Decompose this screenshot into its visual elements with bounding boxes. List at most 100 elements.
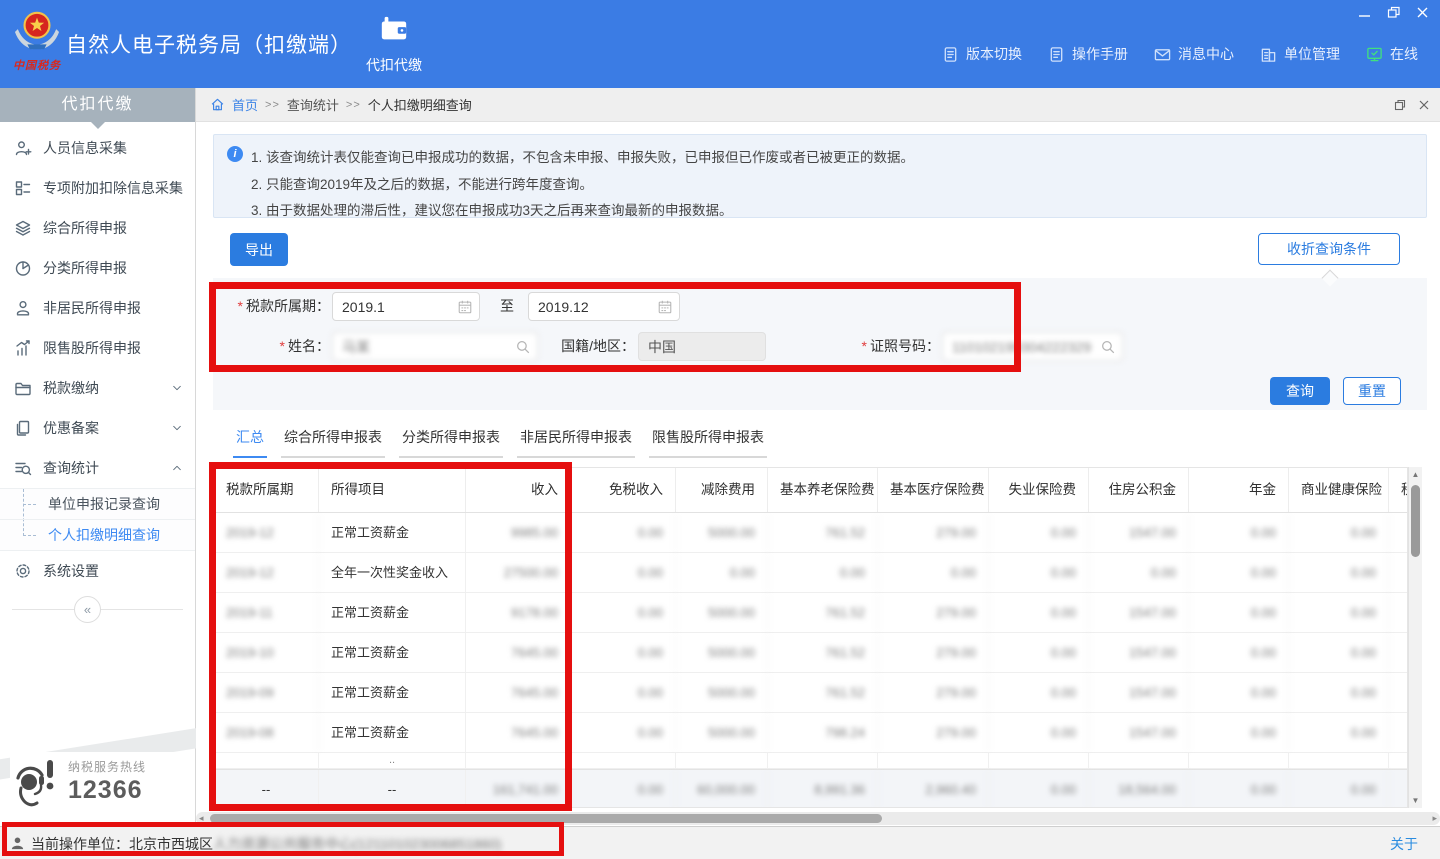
vertical-scrollbar[interactable]: ▲ ▼ bbox=[1408, 467, 1422, 808]
sidebar-item-special-deduction[interactable]: 专项附加扣除信息采集 bbox=[0, 168, 195, 208]
cell-housing-fund: 1547.00 bbox=[1089, 513, 1189, 552]
reset-button[interactable]: 重置 bbox=[1343, 377, 1401, 405]
cell-tax-free-income: 0.00 bbox=[571, 713, 676, 752]
cell-medical-insurance: 0.00 bbox=[878, 553, 989, 592]
breadcrumb-home[interactable]: 首页 bbox=[232, 95, 258, 114]
cell-deduction-expense: 5000.00 bbox=[676, 513, 768, 552]
close-icon[interactable] bbox=[1418, 99, 1430, 111]
sidebar-subitem-unit-report-query[interactable]: 单位申报记录查询 bbox=[0, 489, 195, 520]
table-row[interactable]: 2019-12正常工资薪金9985.000.005000.00761.52279… bbox=[214, 513, 1407, 553]
sidebar-collapse-button[interactable]: « bbox=[74, 596, 101, 623]
cell-tax-period: 2019-12 bbox=[214, 553, 319, 592]
cell-commercial-health: 0.00 bbox=[1289, 673, 1389, 712]
query-panel: *税款所属期： 至 *姓名： 国籍/地区： *证照号码： bbox=[213, 278, 1427, 410]
cell-housing-fund: 1547.00 bbox=[1089, 673, 1189, 712]
cell-unemployment-insurance bbox=[989, 753, 1089, 768]
header-menu-unit-management[interactable]: 单位管理 bbox=[1260, 44, 1340, 64]
sidebar-subitem-personal-withholding-query[interactable]: 个人扣缴明细查询 bbox=[0, 520, 195, 551]
sidebar-item-nonresident-income[interactable]: 非居民所得申报 bbox=[0, 288, 195, 328]
cell-deduction-expense: 5000.00 bbox=[676, 673, 768, 712]
sidebar-item-classified-income[interactable]: 分类所得申报 bbox=[0, 248, 195, 288]
table-row[interactable]: 2019-11正常工资薪金9178.000.005000.00761.52279… bbox=[214, 593, 1407, 633]
cell-tax bbox=[1389, 753, 1408, 768]
table-row[interactable]: 2019-08正常工资薪金7645.000.005000.00798.24279… bbox=[214, 713, 1407, 753]
popout-icon[interactable] bbox=[1394, 99, 1406, 111]
sidebar-item-preferential-filing[interactable]: 优惠备案 bbox=[0, 408, 195, 448]
period-label: *税款所属期： bbox=[218, 292, 330, 321]
cell-deduction-expense bbox=[676, 753, 768, 768]
tab-restricted[interactable]: 限售股所得申报表 bbox=[649, 427, 767, 458]
minimize-icon[interactable] bbox=[1357, 5, 1372, 20]
name-input[interactable] bbox=[332, 332, 538, 361]
table-row[interactable]: 2019-09正常工资薪金7645.000.005000.00761.52279… bbox=[214, 673, 1407, 713]
table-row[interactable]: 2019-12全年一次性奖金收入27500.000.000.000.000.00… bbox=[214, 553, 1407, 593]
restore-icon[interactable] bbox=[1386, 5, 1401, 20]
scroll-right-icon[interactable]: ▸ bbox=[1432, 812, 1437, 825]
cell-income-item: 正常工资薪金 bbox=[319, 513, 466, 552]
header-menu-manual[interactable]: 操作手册 bbox=[1048, 44, 1128, 64]
header-menu-version-switch[interactable]: 版本切换 bbox=[942, 44, 1022, 64]
export-button[interactable]: 导出 bbox=[230, 233, 288, 266]
close-icon[interactable] bbox=[1415, 5, 1430, 20]
cell-annuity bbox=[1189, 753, 1289, 768]
pie-icon bbox=[14, 259, 32, 277]
scroll-down-icon[interactable]: ▼ bbox=[1409, 796, 1422, 805]
sidebar-item-tax-payment[interactable]: 税款缴纳 bbox=[0, 368, 195, 408]
id-number-input[interactable] bbox=[942, 332, 1123, 361]
sidebar-item-comprehensive-income[interactable]: 综合所得申报 bbox=[0, 208, 195, 248]
sidebar-item-personnel-info[interactable]: 人员信息采集 bbox=[0, 128, 195, 168]
cell-medical-insurance: 279.00 bbox=[878, 713, 989, 752]
cell-annuity: 0.00 bbox=[1189, 673, 1289, 712]
cell-tax-period: 2019-08 bbox=[214, 713, 319, 752]
breadcrumb-item[interactable]: 查询统计 bbox=[287, 95, 339, 114]
vertical-scrollbar-thumb[interactable] bbox=[1411, 485, 1420, 557]
sidebar-item-restricted-stock[interactable]: 限售股所得申报 bbox=[0, 328, 195, 368]
sidebar-item-query-statistics[interactable]: 查询统计 bbox=[0, 448, 195, 488]
scroll-up-icon[interactable]: ▲ bbox=[1409, 470, 1422, 479]
sidebar-item-system-settings[interactable]: 系统设置 bbox=[0, 551, 195, 591]
cell-commercial-health: 0.00 bbox=[1289, 770, 1389, 808]
breadcrumb: 首页 >> 查询统计 >> 个人扣缴明细查询 bbox=[196, 88, 1440, 122]
about-link[interactable]: 关于 bbox=[1390, 834, 1418, 854]
header-menu-online-status[interactable]: 在线 bbox=[1366, 44, 1418, 64]
header-menu-label: 消息中心 bbox=[1178, 44, 1234, 64]
column-header-deduction-expense: 减除费用 bbox=[676, 468, 768, 512]
table-summary-row[interactable]: ----161,741.000.0060,000.008,991.362,960… bbox=[214, 769, 1407, 808]
search-icon[interactable] bbox=[1100, 339, 1116, 355]
scroll-left-icon[interactable]: ◂ bbox=[199, 812, 204, 825]
notice-line: 1. 该查询统计表仅能查询已申报成功的数据，不包含未申报、申报失败，已申报但已作… bbox=[251, 146, 914, 166]
cell-tax-free-income: 0.00 bbox=[571, 593, 676, 632]
tab-nonresident[interactable]: 非居民所得申报表 bbox=[517, 427, 635, 458]
horizontal-scrollbar[interactable]: ◂ ▸ bbox=[196, 812, 1440, 825]
sidebar-menu: 人员信息采集专项附加扣除信息采集综合所得申报分类所得申报非居民所得申报限售股所得… bbox=[0, 122, 195, 591]
cell-unemployment-insurance: 0.00 bbox=[989, 593, 1089, 632]
cell-tax bbox=[1389, 673, 1408, 712]
cell-annuity: 0.00 bbox=[1189, 633, 1289, 672]
horizontal-scrollbar-thumb[interactable] bbox=[210, 814, 882, 823]
cell-deduction-expense: 5000.00 bbox=[676, 713, 768, 752]
tab-comprehensive[interactable]: 综合所得申报表 bbox=[281, 427, 385, 458]
cell-unemployment-insurance: 0.00 bbox=[989, 770, 1089, 808]
current-unit-label: 当前操作单位： bbox=[31, 836, 129, 852]
column-header-income: 收入 bbox=[466, 468, 571, 512]
monitor-check-icon bbox=[1366, 46, 1383, 63]
id-number-label: *证照号码： bbox=[843, 332, 940, 361]
tab-summary[interactable]: 汇总 bbox=[233, 427, 267, 458]
sidebar-title: 代扣代缴 bbox=[0, 88, 195, 122]
cell-tax-period: 2019-11 bbox=[214, 593, 319, 632]
search-icon[interactable] bbox=[515, 339, 531, 355]
cell-tax bbox=[1389, 713, 1408, 752]
tab-classified[interactable]: 分类所得申报表 bbox=[399, 427, 503, 458]
cell-annuity: 0.00 bbox=[1189, 593, 1289, 632]
chevron-down-icon bbox=[171, 382, 183, 394]
column-header-housing-fund: 住房公积金 bbox=[1089, 468, 1189, 512]
collapse-query-button[interactable]: 收折查询条件 bbox=[1258, 233, 1400, 265]
header-menu-message-center[interactable]: 消息中心 bbox=[1154, 44, 1234, 64]
table-row[interactable]: 2019-10正常工资薪金7645.000.005000.00761.52279… bbox=[214, 633, 1407, 673]
hotline-block: 纳税服务热线 12366 bbox=[10, 752, 192, 816]
table-row-ellipsis[interactable]: .. bbox=[214, 753, 1407, 769]
query-button[interactable]: 查询 bbox=[1270, 377, 1330, 405]
sidebar-item-label: 优惠备案 bbox=[43, 418, 160, 438]
header-module-tab[interactable]: 代扣代缴 bbox=[352, 14, 436, 75]
doc-icon bbox=[1048, 46, 1065, 63]
